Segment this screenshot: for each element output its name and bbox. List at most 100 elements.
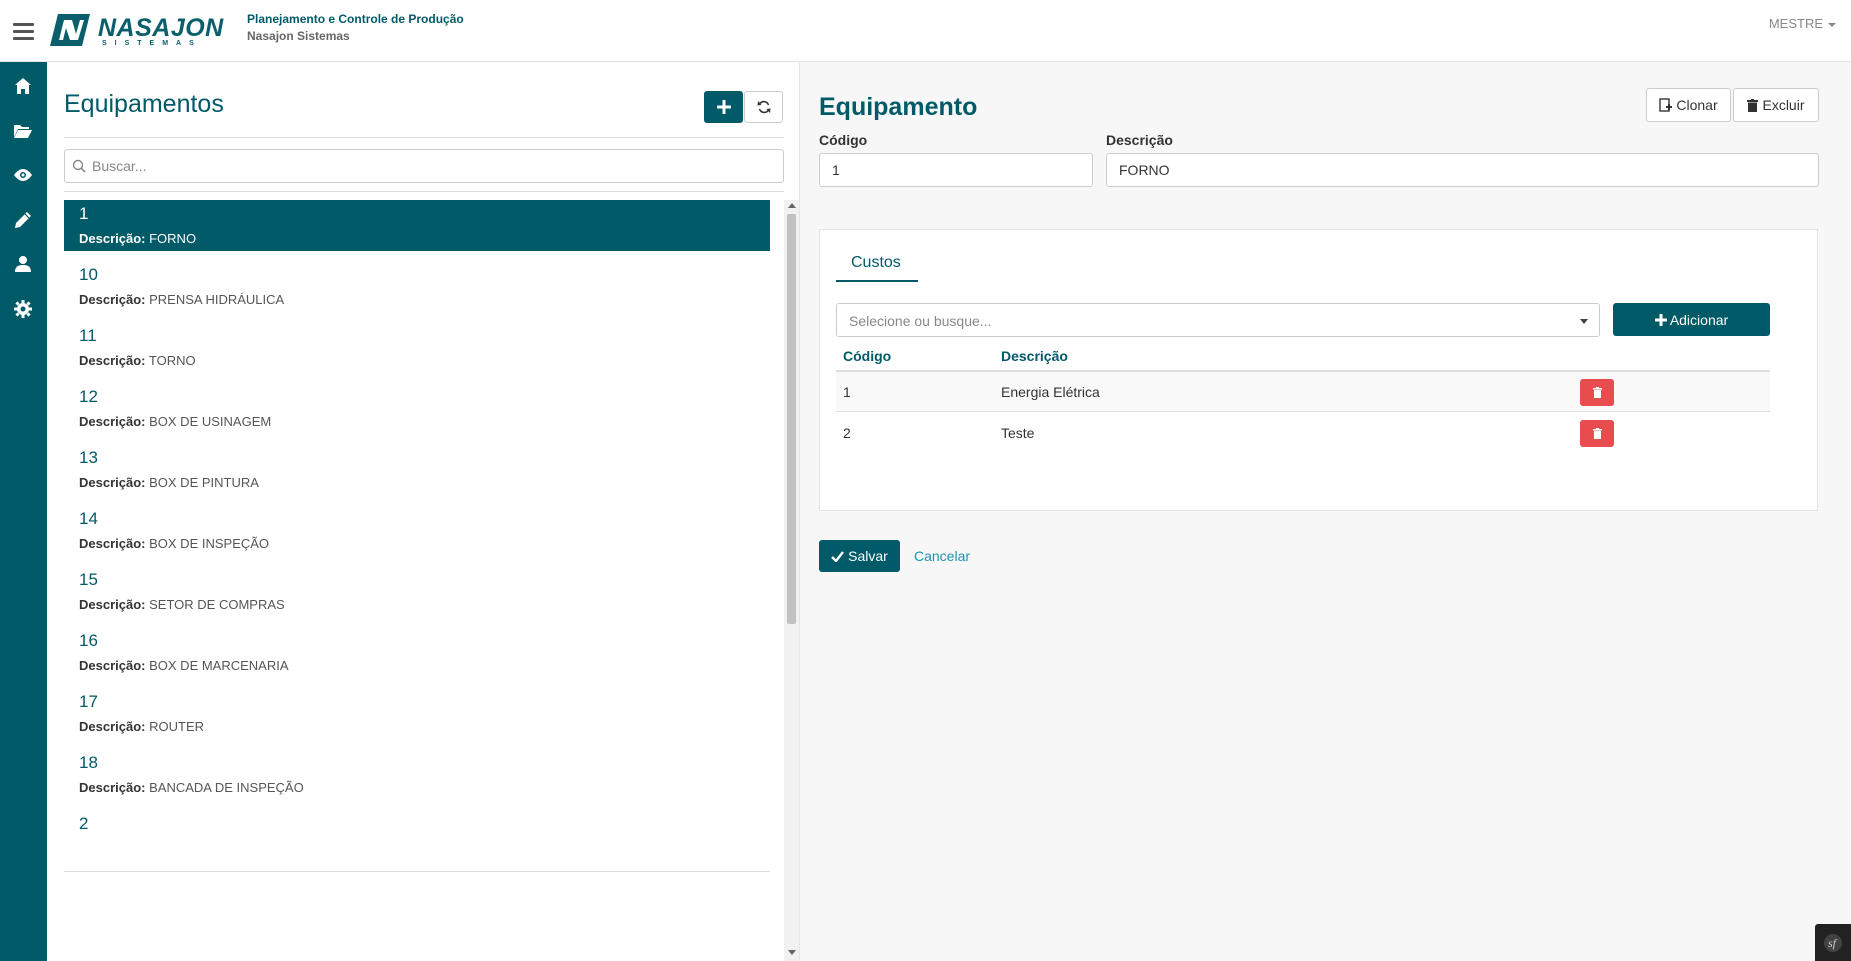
list-item-code: 14 — [79, 509, 98, 528]
description-label: Descrição: — [79, 231, 146, 246]
description-label: Descrição: — [79, 719, 146, 734]
trash-icon — [1747, 98, 1759, 112]
scroll-down-arrow-icon[interactable] — [788, 950, 796, 955]
user-menu[interactable]: MESTRE — [1769, 16, 1836, 31]
add-custo-button[interactable]: Adicionar — [1613, 303, 1770, 336]
hamburger-menu-icon[interactable] — [13, 23, 34, 40]
pencil-icon[interactable] — [11, 208, 35, 232]
search-field[interactable] — [64, 149, 784, 183]
clone-icon — [1659, 97, 1673, 112]
descricao-label: Descrição — [1106, 132, 1173, 148]
list-scrollbar[interactable] — [784, 200, 799, 961]
custo-select-placeholder: Selecione ou busque... — [849, 313, 992, 329]
list-item-code: 15 — [79, 570, 98, 589]
description-value: SETOR DE COMPRAS — [149, 597, 285, 612]
description-label: Descrição: — [79, 658, 146, 673]
plus-icon — [1654, 313, 1667, 326]
description-label: Descrição: — [79, 292, 146, 307]
descricao-input[interactable] — [1106, 153, 1819, 187]
list-item-description: Descrição: ROUTER — [79, 719, 204, 734]
description-label: Descrição: — [79, 780, 146, 795]
check-icon — [831, 550, 845, 562]
clone-button[interactable]: Clonar — [1646, 88, 1731, 122]
description-label: Descrição: — [79, 475, 146, 490]
add-button[interactable] — [704, 91, 743, 123]
list-item-code: 13 — [79, 448, 98, 467]
folder-open-icon[interactable] — [11, 119, 35, 143]
list-item-code: 17 — [79, 692, 98, 711]
list-item-code: 18 — [79, 753, 98, 772]
plus-icon — [716, 100, 731, 114]
dropdown-arrow-icon — [1580, 319, 1588, 324]
save-label: Salvar — [848, 548, 888, 564]
equipment-list: 1 Descrição: FORNO 10 Descrição: PRENSA HID… — [64, 200, 784, 961]
tab-custos[interactable]: Custos — [836, 254, 918, 282]
cancel-link[interactable]: Cancelar — [914, 548, 970, 564]
list-item[interactable]: 2 — [64, 800, 770, 872]
list-item-code: 16 — [79, 631, 98, 650]
list-item-code: 1 — [79, 204, 89, 223]
top-bar: NASAJON SISTEMAS Planejamento e Controle… — [0, 0, 1851, 62]
delete-button[interactable]: Excluir — [1733, 88, 1819, 122]
description-label: Descrição: — [79, 597, 146, 612]
list-item-description: Descrição: FORNO — [79, 231, 196, 246]
list-item-description: Descrição: PRENSA HIDRÁULICA — [79, 292, 284, 307]
trash-icon — [1592, 428, 1602, 439]
row-descricao: Energia Elétrica — [1001, 384, 1100, 400]
row-descricao: Teste — [1001, 425, 1035, 441]
save-button[interactable]: Salvar — [819, 540, 900, 572]
list-item-description: Descrição: SETOR DE COMPRAS — [79, 597, 285, 612]
refresh-icon — [757, 100, 770, 114]
scroll-thumb[interactable] — [787, 214, 796, 624]
list-item-description: Descrição: BOX DE PINTURA — [79, 475, 259, 490]
add-custo-label: Adicionar — [1669, 311, 1729, 328]
sidebar — [0, 62, 47, 961]
list-item-description: Descrição: TORNO — [79, 353, 196, 368]
caret-down-icon — [1828, 22, 1836, 27]
list-title: Equipamentos — [64, 90, 224, 118]
row-codigo: 2 — [843, 425, 851, 441]
list-item-description: Descrição: BOX DE USINAGEM — [79, 414, 271, 429]
user-icon[interactable] — [11, 252, 35, 276]
delete-label: Excluir — [1762, 97, 1805, 113]
row-codigo: 1 — [843, 384, 851, 400]
nasajon-logo[interactable]: NASAJON SISTEMAS — [50, 12, 223, 48]
list-item-code: 2 — [79, 814, 89, 833]
description-value: BOX DE INSPEÇÃO — [149, 536, 270, 551]
custo-select[interactable]: Selecione ou busque... — [836, 303, 1600, 337]
home-icon[interactable] — [11, 74, 35, 98]
gear-icon[interactable] — [11, 297, 35, 321]
list-item-code: 12 — [79, 387, 98, 406]
codigo-input[interactable] — [819, 153, 1093, 187]
description-value: PRENSA HIDRÁULICA — [149, 292, 285, 307]
description-label: Descrição: — [79, 353, 146, 368]
search-icon — [72, 159, 86, 173]
description-value: BOX DE PINTURA — [149, 475, 259, 490]
symfony-toolbar-icon[interactable]: sf — [1815, 924, 1851, 961]
codigo-label: Código — [819, 132, 868, 148]
list-item-description: Descrição: BANCADA DE INSPEÇÃO — [79, 780, 304, 795]
company-name: Nasajon Sistemas — [247, 29, 350, 43]
description-value: BANCADA DE INSPEÇÃO — [149, 780, 304, 795]
table-row: 2 Teste — [836, 413, 1770, 453]
custos-panel: Custos Selecione ou busque... Adicionar … — [819, 229, 1818, 511]
scroll-up-arrow-icon[interactable] — [788, 203, 796, 208]
delete-row-button[interactable] — [1580, 379, 1614, 406]
description-value: BOX DE USINAGEM — [149, 414, 272, 429]
description-value: BOX DE MARCENARIA — [149, 658, 289, 673]
eye-icon[interactable] — [11, 163, 35, 187]
list-item-description: Descrição: BOX DE INSPEÇÃO — [79, 536, 269, 551]
form-title: Equipamento — [819, 93, 978, 121]
delete-row-button[interactable] — [1580, 420, 1614, 447]
description-value: TORNO — [148, 353, 196, 368]
description-value: ROUTER — [149, 719, 204, 734]
app-title: Planejamento e Controle de Produção — [247, 12, 464, 26]
refresh-button[interactable] — [744, 91, 783, 123]
table-row: 1 Energia Elétrica — [836, 372, 1770, 412]
equipment-list-panel: Equipamentos 1 Descrição: FORNO 10 Descriçã… — [47, 63, 800, 961]
clone-label: Clonar — [1676, 97, 1718, 113]
brand-sub: SISTEMAS — [102, 40, 202, 47]
divider — [64, 137, 784, 138]
list-item-description: Descrição: BOX DE MARCENARIA — [79, 658, 289, 673]
search-input[interactable] — [92, 150, 772, 182]
